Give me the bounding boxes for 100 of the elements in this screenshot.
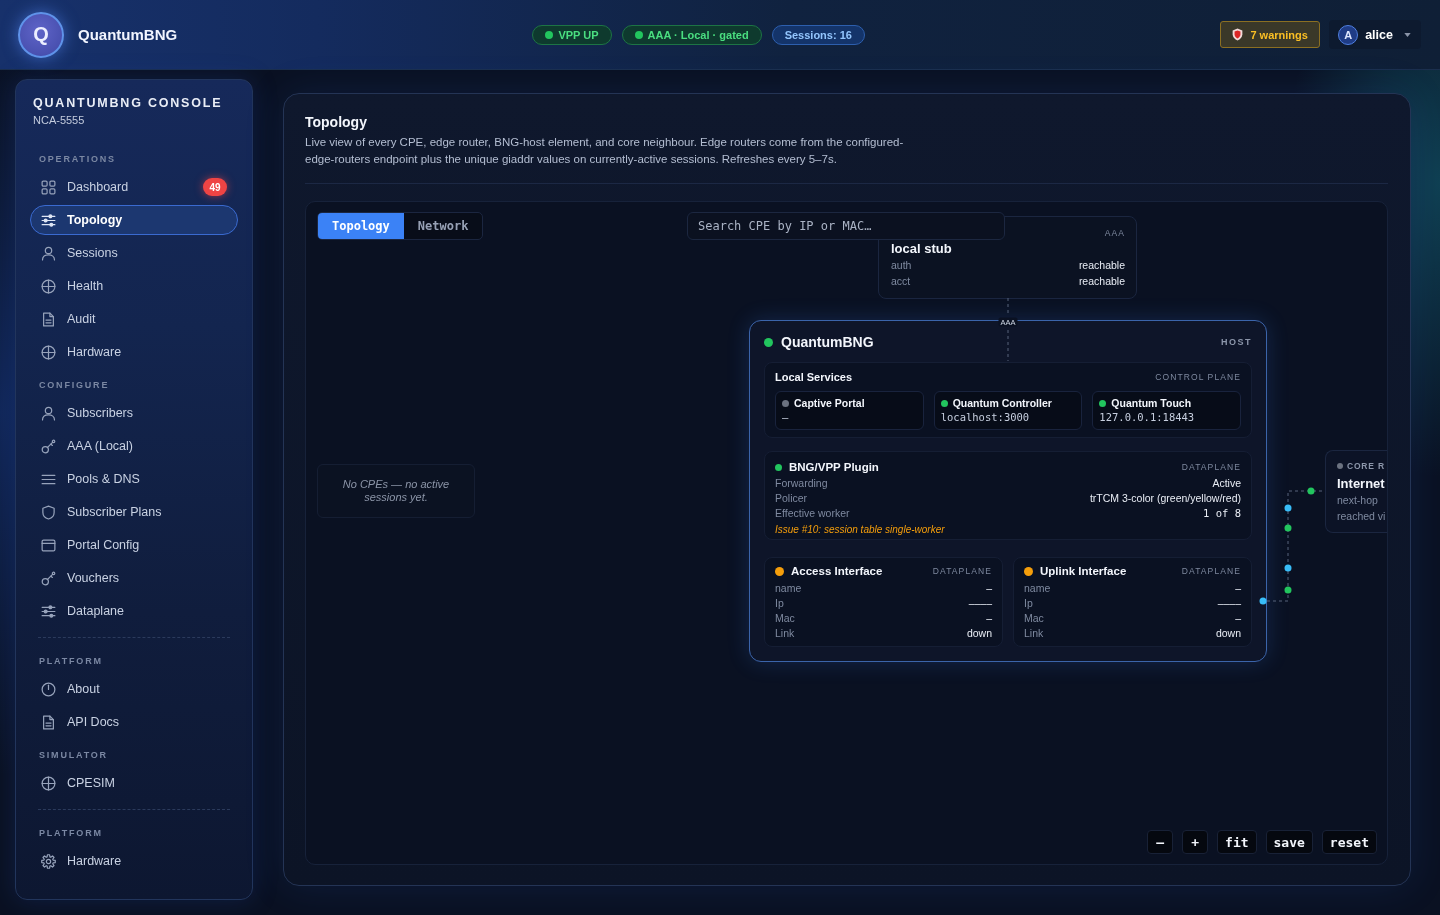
issue-note: Issue #10: session table single-worker bbox=[775, 523, 946, 537]
search-field[interactable]: Search CPE by IP or MAC… bbox=[687, 212, 1005, 240]
nav-item[interactable]: Audit bbox=[30, 304, 238, 334]
status-dot-icon bbox=[634, 30, 643, 39]
nav-item[interactable]: Dataplane bbox=[30, 596, 238, 626]
service-address: localhost:3000 bbox=[940, 411, 1031, 424]
nav-item[interactable]: API Docs bbox=[30, 707, 238, 737]
nav-item[interactable]: About bbox=[30, 674, 238, 704]
status-text: VPP UP bbox=[558, 28, 599, 41]
nav-item[interactable]: Sessions bbox=[30, 238, 238, 268]
empty-state-message: No CPEs — no active sessions yet. bbox=[317, 464, 475, 518]
panel-title: Topology bbox=[305, 113, 368, 131]
fit-button[interactable]: fit bbox=[1217, 830, 1257, 854]
console-subtitle: NCA-5555 bbox=[33, 113, 86, 127]
person-icon bbox=[41, 405, 56, 421]
document-icon bbox=[41, 714, 56, 730]
field-value: – bbox=[986, 611, 992, 626]
field-value: 1 of 8 bbox=[1203, 506, 1241, 521]
section-tag: DATAPLANE bbox=[932, 564, 992, 578]
service-name: Quantum Touch bbox=[1111, 397, 1192, 410]
node-name: Internet bbox=[1337, 475, 1386, 492]
sliders-icon bbox=[41, 603, 56, 619]
section-label: SIMULATOR bbox=[38, 750, 109, 761]
grid-icon bbox=[41, 179, 56, 195]
warnings-button[interactable]: 7 warnings bbox=[1220, 21, 1321, 48]
service-address: – bbox=[782, 411, 790, 424]
clock-icon bbox=[41, 681, 56, 697]
field-label: Ip bbox=[775, 596, 784, 611]
field-value: – bbox=[1235, 611, 1241, 626]
nav-item[interactable]: Dashboard 49 bbox=[30, 172, 238, 202]
field-value: down bbox=[1215, 626, 1241, 641]
crosshair-icon bbox=[41, 278, 56, 294]
key-icon bbox=[41, 438, 56, 454]
nav-item[interactable]: AAA (Local) bbox=[30, 431, 238, 461]
service-name: Quantum Controller bbox=[952, 397, 1052, 410]
nav-item[interactable]: Vouchers bbox=[30, 563, 238, 593]
status-text: AAA · Local · gated bbox=[647, 28, 749, 41]
node-name: QuantumBNG bbox=[781, 334, 874, 350]
field-value: trTCM 3-color (green/yellow/red) bbox=[1089, 491, 1241, 506]
field-value: –––– bbox=[1217, 596, 1241, 611]
nav-item[interactable]: Portal Config bbox=[30, 530, 238, 560]
nav-item[interactable]: Subscriber Plans bbox=[30, 497, 238, 527]
panel-description: Live view of every CPE, edge router, BNG-host element, and core neighbour. Edge routers come from the configured-edge-routers endpoint plus the unique giaddr values on currently-active sessions. Refreshes every 5–7s. bbox=[305, 135, 905, 167]
document-icon bbox=[41, 311, 56, 327]
aaa-link-line bbox=[1007, 297, 1009, 362]
nav-item[interactable]: Hardware bbox=[30, 846, 238, 876]
view-tab[interactable]: Network bbox=[403, 213, 483, 239]
zoom-in-button[interactable]: + bbox=[1182, 830, 1209, 854]
nav-item[interactable]: Health bbox=[30, 271, 238, 301]
nav-item[interactable]: CPESIM bbox=[30, 768, 238, 798]
field-label: Ip bbox=[1024, 596, 1033, 611]
status-dot-icon bbox=[545, 30, 554, 39]
field-label: auth bbox=[891, 258, 912, 273]
section-tag: CONTROL PLANE bbox=[1155, 371, 1241, 384]
caret-icon bbox=[1404, 32, 1411, 37]
field-label: Effective worker bbox=[775, 506, 850, 521]
field-label: Mac bbox=[775, 611, 795, 626]
nav-item[interactable]: Hardware bbox=[30, 337, 238, 367]
field-value: – bbox=[986, 581, 992, 596]
crosshair-icon bbox=[41, 344, 56, 360]
zoom-out-button[interactable]: – bbox=[1147, 830, 1174, 854]
service-address: 127.0.0.1:18443 bbox=[1099, 411, 1196, 424]
save-button[interactable]: save bbox=[1265, 830, 1313, 854]
field-value: reachable bbox=[1078, 274, 1125, 289]
node-name: local stub bbox=[891, 241, 953, 257]
interface-name: Access Interface bbox=[791, 564, 883, 578]
field-value: reachable bbox=[1078, 258, 1125, 273]
crosshair-icon bbox=[41, 775, 56, 791]
section-label: PLATFORM bbox=[38, 828, 104, 839]
field-label: Policer bbox=[775, 491, 808, 506]
interface-name: Uplink Interface bbox=[1040, 564, 1127, 578]
count-badge: 49 bbox=[203, 178, 227, 196]
nav-item[interactable]: Pools & DNS bbox=[30, 464, 238, 494]
view-tab[interactable]: Topology bbox=[318, 213, 404, 239]
nav-item[interactable]: Topology bbox=[30, 205, 238, 235]
field-label: Forwarding bbox=[775, 476, 828, 491]
field-value: –––– bbox=[968, 596, 992, 611]
plugin-name: BNG/VPP Plugin bbox=[789, 460, 879, 474]
person-icon bbox=[41, 245, 56, 261]
section-label: OPERATIONS bbox=[38, 154, 117, 165]
nav-item[interactable]: Subscribers bbox=[30, 398, 238, 428]
node-tag: CORE R bbox=[1347, 460, 1385, 472]
node-tag: HOST bbox=[1221, 337, 1252, 347]
field-label: acct bbox=[891, 274, 911, 289]
shield-icon bbox=[1232, 28, 1244, 41]
field-label: name bbox=[1024, 581, 1051, 596]
sliders-icon bbox=[41, 212, 56, 228]
field-value: down bbox=[966, 626, 992, 641]
window-icon bbox=[41, 537, 56, 553]
field-label: Mac bbox=[1024, 611, 1044, 626]
user-menu-button[interactable]: A alice bbox=[1329, 20, 1421, 49]
field-label: Link bbox=[1024, 626, 1044, 641]
section-tag: DATAPLANE bbox=[1181, 564, 1241, 578]
reset-button[interactable]: reset bbox=[1321, 830, 1377, 854]
section-tag: DATAPLANE bbox=[1181, 460, 1241, 474]
shield-icon bbox=[41, 504, 56, 520]
service-name: Captive Portal bbox=[794, 397, 865, 410]
field-label: name bbox=[775, 581, 802, 596]
section-label: PLATFORM bbox=[38, 656, 104, 667]
section-label: CONFIGURE bbox=[38, 380, 111, 391]
